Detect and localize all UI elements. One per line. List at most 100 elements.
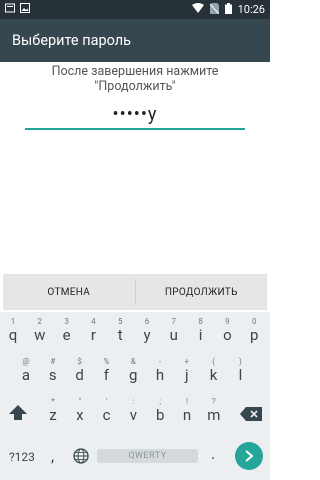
backspace-key[interactable] [240,406,262,422]
wifi-icon [191,3,204,16]
continue-button[interactable]: ПРОДОЛЖИТЬ [136,287,268,298]
key-label: g [128,366,138,384]
key-label: m [207,406,221,424]
password-field[interactable]: •••••y [25,104,245,130]
arrow-right-icon [245,450,254,462]
key-label: s [48,366,57,384]
key-h[interactable]: -h [147,354,173,390]
key-label: v [129,406,138,424]
key-label: q [8,326,18,344]
key-q[interactable]: 1q [0,314,26,350]
key-label: u [169,326,178,344]
key-hint: 2 [37,317,43,326]
key-z[interactable]: * z [40,394,66,430]
key-hint: - [158,357,162,366]
key-f[interactable]: % f [93,354,119,390]
key-hint: * [51,397,55,406]
key-n[interactable]: ! n [174,394,200,430]
key-b[interactable]: ; b [147,394,173,430]
language-key[interactable] [73,448,89,464]
keyboard-row-3: * z " x ' c: v; b! n? m [0,394,270,434]
key-label: a [21,366,31,384]
app-toolbar: Выберите пароль [0,19,270,62]
key-c[interactable]: ' c [94,394,120,430]
key-hint: ' [105,397,108,406]
key-i[interactable]: 8i [188,314,214,350]
key-d[interactable]: $ d [67,354,93,390]
key-hint: $ [77,357,82,366]
key-p[interactable]: 0p [241,314,267,350]
key-hint: ( [212,357,215,366]
key-label: y [143,326,151,344]
soft-keyboard: 1q2w3e4r5t6y7u8i9o0p @ a # s $ d% f & g - h + j(k) l … [0,312,270,480]
keyboard-row-2: @ a # s $ d% f & g - h + j(k) l [0,354,270,394]
key-label: w [34,326,46,344]
key-label: c [102,406,111,424]
symbols-key[interactable]: ?123 [9,450,35,464]
key-label: n [182,406,192,424]
key-hint: " [78,397,82,406]
key-hint: ? [211,397,216,406]
key-e[interactable]: 3e [54,314,80,350]
key-hint: ) [238,357,242,366]
instruction-text: После завершения нажмите "Продолжить" [0,64,270,94]
key-label: o [223,326,232,344]
key-w[interactable]: 2w [27,314,53,350]
key-label: l [238,366,243,384]
key-hint: @ [22,357,30,366]
key-hint: 3 [64,317,69,326]
key-label: b [155,406,165,424]
instruction-line-2: "Продолжить" [94,79,176,94]
key-m[interactable]: ? m [201,394,227,430]
key-label: k [209,366,218,384]
key-o[interactable]: 9o [214,314,240,350]
key-t[interactable]: 5t [107,314,133,350]
globe-icon [73,448,89,464]
button-bar: ОТМЕНА ПРОДОЛЖИТЬ [3,274,267,310]
key-j[interactable]: + j [174,354,200,390]
key-hint: 8 [198,317,203,326]
shift-icon [9,405,27,420]
cancel-button[interactable]: ОТМЕНА [3,287,135,298]
key-g[interactable]: & g [120,354,146,390]
key-r[interactable]: 4r [80,314,106,350]
key-y[interactable]: 6y [134,314,160,350]
key-label: e [62,326,71,344]
key-l[interactable]: ) l [227,354,253,390]
key-label: t [117,326,123,344]
notification-icon [5,3,15,16]
image-icon [20,3,30,16]
shift-key[interactable] [8,404,30,424]
no-sim-icon [209,2,219,17]
key-hint: ! [185,397,189,406]
key-hint: 1 [10,317,16,326]
keyboard-row-1: 1q2w3e4r5t6y7u8i9o0p [0,314,270,354]
space-bar[interactable]: QWERTY [97,449,198,463]
key-x[interactable]: " x [67,394,93,430]
backspace-icon [240,407,262,421]
key-hint: 6 [144,317,150,326]
key-label: i [198,326,203,344]
key-hint: + [184,357,190,366]
status-bar: 10:26 [0,0,270,19]
key-hint: 9 [225,317,230,326]
key-hint: # [50,357,56,366]
period-key[interactable]: . [211,444,215,463]
key-hint: 5 [117,317,123,326]
comma-key[interactable]: , [51,446,54,465]
key-label: f [103,366,109,384]
key-k[interactable]: (k [201,354,227,390]
key-hint: ; [159,397,162,406]
key-a[interactable]: @ a [13,354,39,390]
status-time: 10:26 [237,3,265,16]
instruction-line-1: После завершения нажмите [51,64,219,79]
battery-icon [224,2,232,17]
key-s[interactable]: # s [40,354,66,390]
page-title: Выберите пароль [12,32,132,49]
keyboard-row-4: ?123 , QWERTY . [0,436,270,476]
key-label: x [76,406,84,424]
key-u[interactable]: 7u [161,314,187,350]
key-v[interactable]: :v [120,394,146,430]
enter-key[interactable] [235,442,263,470]
key-label: h [155,366,165,384]
